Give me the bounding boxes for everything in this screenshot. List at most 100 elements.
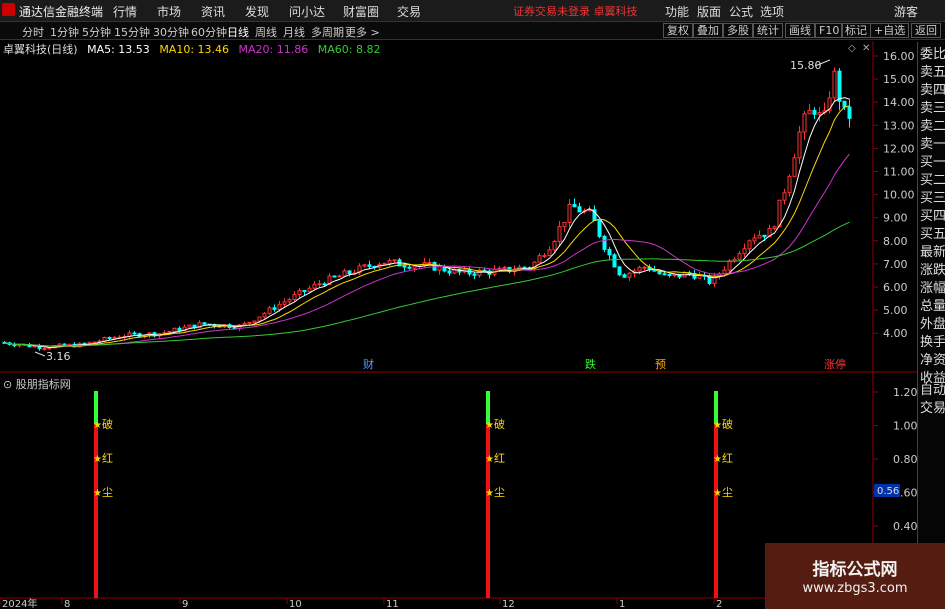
watermark-url: www.zbgs3.com bbox=[802, 581, 908, 596]
side-panel-item[interactable]: 外盘 bbox=[920, 316, 945, 334]
signal-label: 破 bbox=[102, 417, 113, 431]
side-panel-item[interactable]: 卖二 bbox=[920, 118, 945, 136]
candle-body bbox=[272, 307, 277, 310]
candle-body bbox=[202, 322, 207, 325]
candle-body bbox=[547, 249, 552, 257]
price-tick-label: 8.00 bbox=[883, 235, 908, 248]
candle-body bbox=[262, 312, 267, 318]
side-panel-item[interactable]: 买二 bbox=[920, 172, 945, 190]
candle-body bbox=[782, 192, 787, 201]
candle-body bbox=[102, 336, 107, 342]
candle-body bbox=[172, 327, 177, 332]
signal-star-icon: ★ bbox=[485, 488, 494, 499]
price-axis: 16.00 15.00 14.00 13.00 12.00 11.00 10.00 9.00 8… bbox=[873, 50, 915, 340]
side-panel-item[interactable]: 自动 bbox=[920, 382, 945, 400]
candle-body bbox=[752, 237, 757, 242]
candle-body bbox=[792, 157, 797, 177]
watermark: 指标公式网 www.zbgs3.com bbox=[765, 543, 945, 609]
candle-body bbox=[447, 270, 452, 274]
candle-body bbox=[387, 260, 392, 264]
side-panel-item[interactable]: 最新 bbox=[920, 244, 945, 262]
signal-label: 红 bbox=[722, 452, 733, 465]
event-tag-fall[interactable]: 跌 bbox=[585, 357, 596, 371]
indicator-tick-label: 0.80 bbox=[893, 453, 917, 466]
side-panel-item[interactable]: 涨跌 bbox=[920, 262, 945, 280]
side-panel-item[interactable]: 卖五 bbox=[920, 64, 945, 82]
candle-body bbox=[267, 307, 272, 314]
settings-diamond-icon[interactable]: ◇ bbox=[848, 43, 856, 54]
candle-body bbox=[107, 336, 112, 339]
date-axis: 2024年 8 9 10 11 12 1 2 bbox=[0, 597, 722, 609]
side-panel-item[interactable]: 卖一 bbox=[920, 136, 945, 154]
signal-bar bbox=[714, 424, 718, 598]
price-tick-label: 9.00 bbox=[883, 212, 908, 225]
date-tick-label: 1 bbox=[619, 599, 625, 609]
side-panel-item[interactable]: 委比 bbox=[920, 46, 945, 64]
candle-body bbox=[322, 283, 327, 286]
candle-body bbox=[337, 275, 342, 278]
candle-body bbox=[607, 248, 612, 256]
event-tag-forecast[interactable]: 预 bbox=[655, 358, 666, 371]
signal-star-icon: ★ bbox=[713, 454, 722, 465]
indicator-title[interactable]: ⊙ 股朋指标网 bbox=[3, 376, 71, 392]
close-x-icon[interactable]: ✕ bbox=[862, 43, 870, 54]
indicator-collapse-icon[interactable]: ⊙ bbox=[3, 378, 12, 391]
signal-label: 尘 bbox=[494, 486, 505, 499]
candle-body bbox=[167, 330, 172, 334]
ma60-line bbox=[4, 221, 850, 347]
price-tick-label: 6.00 bbox=[883, 281, 908, 294]
event-tag-finance[interactable]: 财 bbox=[363, 357, 374, 371]
candle-body bbox=[617, 266, 622, 276]
candle-body bbox=[257, 316, 262, 322]
signal-star-icon: ★ bbox=[93, 488, 102, 499]
side-panel-item[interactable]: 涨幅 bbox=[920, 280, 945, 298]
candle-body bbox=[502, 266, 507, 269]
kline-chart[interactable]: 16.0015.0014.0013.0012.0011.0010.009.008… bbox=[0, 0, 917, 609]
signal-label: 尘 bbox=[722, 486, 733, 499]
date-tick-label: 9 bbox=[182, 599, 188, 609]
price-tick-label: 5.00 bbox=[883, 304, 908, 317]
date-tick-label: 8 bbox=[64, 599, 70, 609]
price-tick-label: 15.00 bbox=[883, 73, 915, 86]
side-panel-item[interactable]: 换手 bbox=[920, 334, 945, 352]
candle-body bbox=[302, 290, 307, 293]
indicator-axis: 1.201.000.800.600.40 bbox=[873, 386, 917, 533]
side-panel-item[interactable]: 交易 bbox=[920, 400, 945, 418]
side-panel-item[interactable]: 买四 bbox=[920, 208, 945, 226]
price-tick-label: 12.00 bbox=[883, 142, 915, 155]
candle-body bbox=[522, 266, 527, 269]
candle-body bbox=[577, 206, 582, 213]
candle-body bbox=[177, 327, 182, 332]
candle-body bbox=[807, 109, 812, 115]
side-panel-item[interactable]: 总量 bbox=[920, 298, 945, 316]
candle-body bbox=[187, 324, 192, 328]
watermark-title: 指标公式网 bbox=[812, 560, 898, 580]
side-panel-item[interactable]: 买一 bbox=[920, 154, 945, 172]
candle-body bbox=[92, 341, 97, 344]
indicator-value: 0.56 bbox=[877, 486, 899, 497]
candle-body bbox=[342, 270, 347, 277]
candle-body bbox=[797, 131, 802, 159]
side-panel-item[interactable]: 卖四 bbox=[920, 82, 945, 100]
candle-body bbox=[642, 266, 647, 269]
candle-body bbox=[842, 100, 847, 108]
side-panel-item[interactable]: 买三 bbox=[920, 190, 945, 208]
candle-body bbox=[637, 266, 642, 272]
indicator-name: 股朋指标网 bbox=[15, 378, 71, 391]
candle-body bbox=[612, 254, 617, 268]
date-tick-label: 10 bbox=[289, 599, 302, 609]
side-panel-item[interactable]: 买五 bbox=[920, 226, 945, 244]
candle-body bbox=[347, 270, 352, 275]
side-panel-item[interactable]: 卖三 bbox=[920, 100, 945, 118]
side-panel-item[interactable]: 净资 bbox=[920, 352, 945, 370]
event-tag-limit-up[interactable]: 涨停 bbox=[824, 357, 846, 371]
quote-side-panel: 委比 卖五 卖四 卖三 卖二 卖一 买一 买二 买三 买四 买五 最新 涨跌 涨幅 总量 外盘 换手 净资 收益 自动… bbox=[917, 42, 945, 609]
candle-body bbox=[87, 341, 92, 345]
candle-body bbox=[17, 344, 22, 347]
candles bbox=[2, 67, 852, 351]
signal-star-icon: ★ bbox=[485, 454, 494, 465]
low-price-label: 3.16 bbox=[46, 350, 71, 363]
candle-body bbox=[762, 234, 767, 238]
date-tick-label: 2024年 bbox=[2, 597, 37, 609]
candle-body bbox=[232, 327, 237, 330]
